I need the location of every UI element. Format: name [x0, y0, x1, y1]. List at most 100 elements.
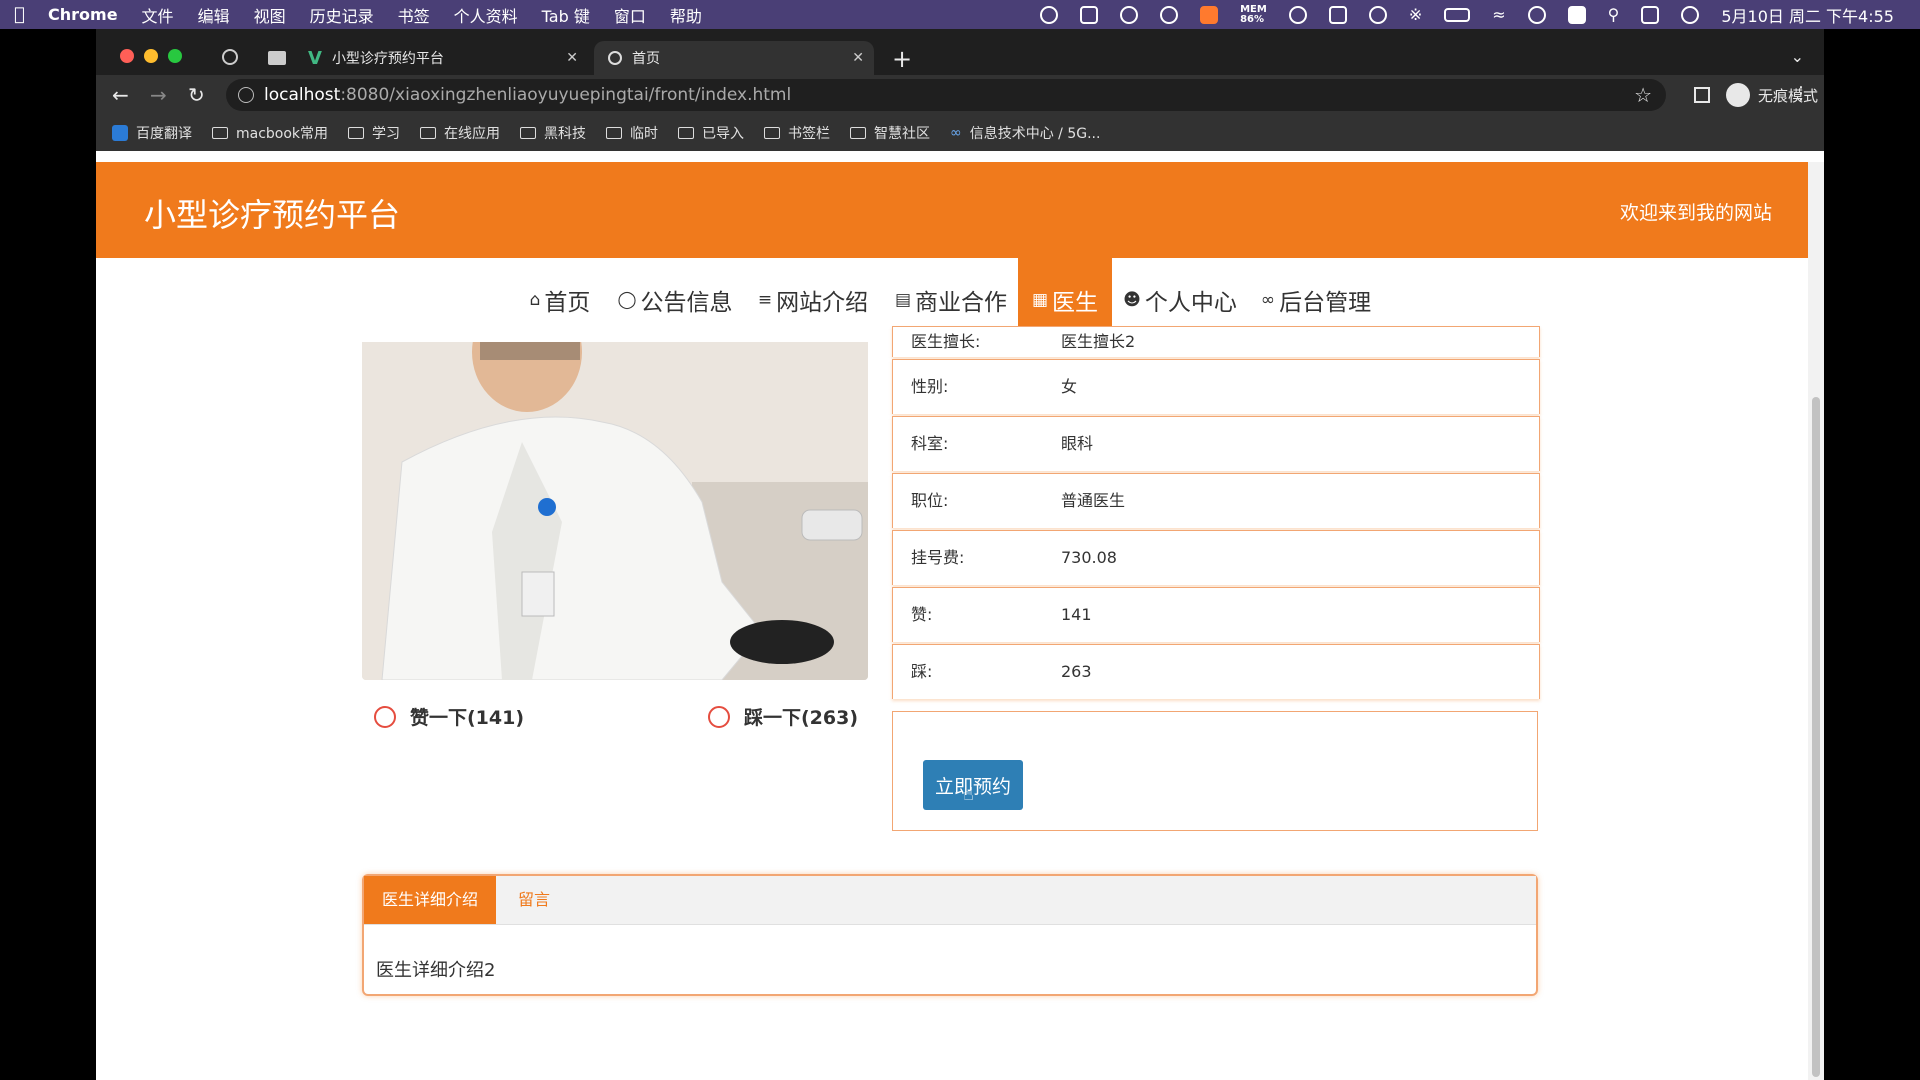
new-tab-button[interactable]: +	[892, 45, 912, 73]
bookmark-label: 在线应用	[444, 126, 501, 142]
info-label: 医生擅长:	[911, 332, 981, 351]
bookmark-label: 临时	[630, 126, 659, 142]
user-icon: ☻	[1123, 290, 1141, 310]
tab-list-chevron-icon[interactable]: ⌄	[1791, 47, 1804, 66]
menubar-item-window[interactable]: 窗口	[614, 3, 646, 27]
record-icon[interactable]	[1040, 5, 1059, 24]
folder-icon	[764, 127, 781, 139]
doctor-illustration	[362, 342, 868, 680]
word-app-icon[interactable]	[1080, 5, 1099, 24]
chrome-menu-icon[interactable]: ⋮	[1792, 83, 1810, 104]
tab-search-icon[interactable]	[268, 51, 286, 65]
menubar-item-history[interactable]: 历史记录	[310, 3, 374, 27]
close-window-button[interactable]	[120, 49, 134, 63]
menubar-app-name[interactable]: Chrome	[48, 5, 118, 24]
url-host: localhost	[264, 85, 341, 105]
menubar-item-edit[interactable]: 编辑	[198, 3, 230, 27]
spotlight-search-icon[interactable]: ⚲	[1608, 5, 1620, 24]
tab-title: 小型诊疗预约平台	[331, 51, 444, 67]
bookmark-baidu-translate[interactable]: 百度翻译	[112, 123, 192, 143]
control-center-icon[interactable]	[1641, 5, 1660, 24]
browser-tab-home[interactable]: 首页 ✕	[594, 41, 874, 75]
browser-tab-platform[interactable]: V 小型诊疗预约平台 ✕	[308, 41, 588, 75]
memory-indicator[interactable]: MEM 86%	[1240, 4, 1267, 25]
sidepanel-icon[interactable]	[1694, 87, 1710, 103]
bookmark-label: macbook常用	[236, 126, 329, 142]
chat-icon[interactable]	[1160, 5, 1179, 24]
tab-messages[interactable]: 留言	[500, 876, 568, 924]
vpn-icon[interactable]	[1368, 5, 1387, 24]
bookmark-label: 已导入	[702, 126, 745, 142]
bookmark-folder-online-apps[interactable]: 在线应用	[420, 123, 500, 143]
back-arrow-icon[interactable]: ←	[112, 83, 129, 107]
input-method-icon[interactable]	[1567, 5, 1586, 24]
bookmark-label: 信息技术中心 / 5G...	[969, 126, 1101, 142]
user-switch-icon[interactable]	[1527, 5, 1546, 24]
url-path: :8080/xiaoxingzhenliaoyuyuepingtai/front…	[340, 85, 792, 105]
bluetooth-icon[interactable]: ※	[1409, 5, 1422, 24]
info-row-specialty: 医生擅长: 医生擅长2	[892, 326, 1540, 357]
menubar-item-file[interactable]: 文件	[142, 3, 174, 27]
dislike-button[interactable]: 踩一下(263)	[708, 703, 858, 730]
detail-tabs-header: 医生详细介绍 留言	[364, 876, 1536, 925]
minimize-window-button[interactable]	[144, 49, 158, 63]
bookmark-folder-bar[interactable]: 书签栏	[764, 123, 830, 143]
nav-label: 公告信息	[640, 290, 733, 316]
bookmark-folder-community[interactable]: 智慧社区	[850, 123, 930, 143]
info-value: 眼科	[1061, 434, 1094, 453]
sliders-icon: ≡	[757, 290, 773, 310]
site-info-icon[interactable]	[238, 87, 254, 103]
doctor-photo	[362, 342, 868, 680]
bookmark-star-icon[interactable]: ☆	[1634, 83, 1652, 107]
nav-item-announcements[interactable]: ◯ 公告信息	[606, 258, 744, 342]
window-icon[interactable]	[1328, 5, 1347, 24]
close-tab-icon[interactable]: ✕	[852, 50, 864, 66]
gear-app-icon[interactable]	[1200, 5, 1219, 24]
forward-arrow-icon[interactable]: →	[150, 83, 167, 107]
bookmark-folder-temp[interactable]: 临时	[606, 123, 658, 143]
gift-icon: ▤	[894, 290, 912, 310]
address-bar[interactable]: localhost:8080/xiaoxingzhenliaoyuyueping…	[226, 79, 1666, 111]
info-row-gender: 性别: 女	[892, 359, 1540, 414]
apple-menu-icon[interactable]: 	[14, 4, 34, 25]
nav-item-site-intro[interactable]: ≡ 网站介绍	[744, 258, 882, 342]
folder-icon	[850, 127, 867, 139]
password-icon[interactable]	[1288, 5, 1307, 24]
vue-favicon-icon: V	[308, 47, 322, 69]
battery-icon[interactable]	[1444, 7, 1471, 22]
tab-doctor-details[interactable]: 医生详细介绍	[364, 876, 497, 924]
dislike-label: 踩一下(263)	[744, 707, 859, 729]
incognito-avatar[interactable]	[1726, 83, 1750, 107]
menubar-clock[interactable]: 5月10日 周二 下午4:55	[1721, 3, 1894, 27]
nav-item-home[interactable]: ⌂ 首页	[514, 258, 606, 342]
close-tab-icon[interactable]: ✕	[566, 50, 578, 66]
menubar-item-bookmarks[interactable]: 书签	[398, 3, 430, 27]
mouse-cursor-icon: ☝	[963, 784, 974, 805]
bookmark-folder-macbook[interactable]: macbook常用	[212, 123, 328, 143]
menubar-item-view[interactable]: 视图	[254, 3, 286, 27]
scrollbar-thumb[interactable]	[1812, 397, 1820, 1077]
doctor-detail-text: 医生详细介绍2	[376, 960, 496, 981]
bookmark-label: 黑科技	[544, 126, 587, 142]
bookmark-folder-tech[interactable]: 黑科技	[520, 123, 586, 143]
info-row-dislikes: 踩: 263	[892, 644, 1540, 699]
menubar-item-help[interactable]: 帮助	[670, 3, 702, 27]
info-label: 性别:	[911, 377, 949, 396]
menubar-item-profile[interactable]: 个人资料	[454, 3, 518, 27]
tab-group-icon[interactable]	[222, 49, 238, 65]
page-scrollbar[interactable]	[1808, 162, 1824, 1080]
like-button[interactable]: 赞一下(141)	[374, 703, 524, 730]
bookmark-label: 百度翻译	[136, 126, 192, 142]
bookmark-it-center[interactable]: ∞ 信息技术中心 / 5G...	[950, 123, 1100, 143]
welcome-text: 欢迎来到我的网站	[1619, 202, 1772, 224]
maximize-window-button[interactable]	[168, 49, 182, 63]
wifi-icon[interactable]: ≈	[1492, 5, 1505, 24]
menubar-item-tab[interactable]: Tab 键	[542, 3, 590, 27]
macos-menubar:  Chrome 文件 编辑 视图 历史记录 书签 个人资料 Tab 键 窗口 …	[0, 0, 1920, 29]
bell-icon[interactable]	[1120, 5, 1139, 24]
bookmark-folder-imported[interactable]: 已导入	[678, 123, 744, 143]
folder-icon	[520, 127, 537, 139]
siri-icon[interactable]	[1681, 5, 1700, 24]
reload-icon[interactable]: ↻	[188, 83, 205, 107]
bookmark-folder-study[interactable]: 学习	[348, 123, 400, 143]
